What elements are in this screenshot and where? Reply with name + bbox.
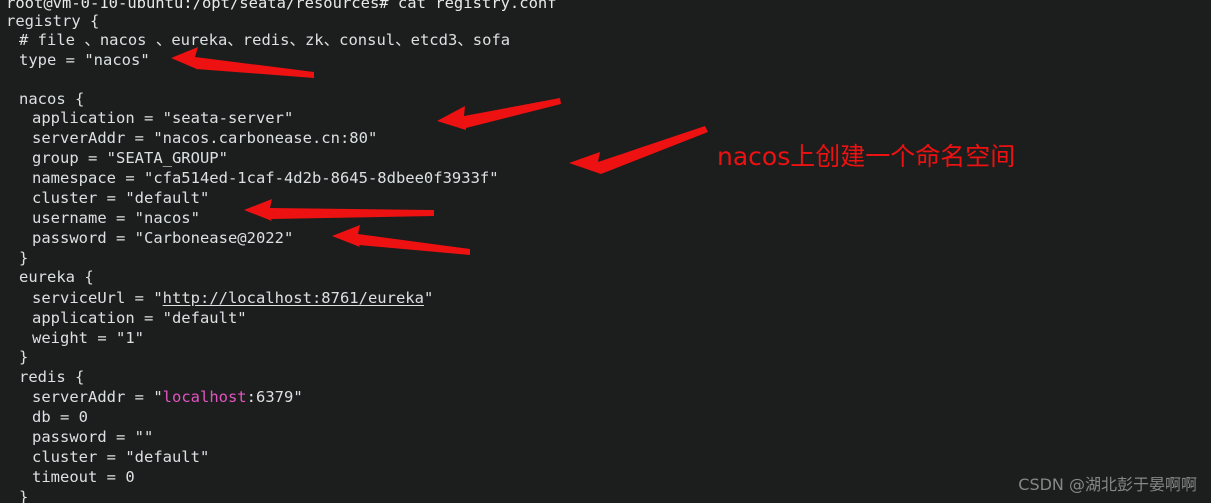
config-line-nacos-group: group = "SEATA_GROUP"	[32, 149, 228, 167]
config-line-redis-close: }	[19, 488, 29, 503]
config-line-comment-types: # file 、nacos 、eureka、redis、zk、consul、et…	[19, 31, 511, 49]
config-line-eureka-serviceurl: serviceUrl = "http://localhost:8761/eure…	[6, 288, 433, 308]
config-line-redis-db: db = 0	[32, 408, 88, 426]
config-line-nacos-open: nacos {	[19, 90, 85, 108]
config-line-eureka-close: }	[19, 348, 29, 366]
redis-serveraddr-host: localhost	[162, 388, 247, 406]
config-line-nacos-namespace: namespace = "cfa514ed-1caf-4d2b-8645-8db…	[32, 169, 499, 187]
config-line-redis-cluster: cluster = "default"	[32, 448, 210, 466]
redis-serveraddr-prefix: serverAddr = "	[32, 388, 163, 406]
config-line-redis-serveraddr: serverAddr = "localhost:6379"	[6, 387, 303, 407]
config-line-nacos-password: password = "Carbonease@2022"	[32, 229, 294, 247]
eureka-serviceurl-link[interactable]: http://localhost:8761/eureka	[163, 289, 424, 307]
csdn-watermark: CSDN @湖北彭于晏啊啊	[1018, 475, 1197, 494]
config-line-redis-password: password = ""	[32, 428, 154, 446]
config-line-redis-timeout: timeout = 0	[32, 468, 135, 486]
config-line-nacos-application: application = "seata-server"	[32, 109, 294, 127]
config-line-type: type = "nacos"	[19, 51, 150, 69]
config-line-eureka-application: application = "default"	[32, 309, 247, 327]
config-line-registry-open: registry {	[6, 12, 100, 30]
config-line-nacos-serveraddr: serverAddr = "nacos.carbonease.cn:80"	[32, 129, 378, 147]
config-line-nacos-cluster: cluster = "default"	[32, 189, 210, 207]
annotation-note-namespace: nacos上创建一个命名空间	[717, 142, 1016, 171]
eureka-serviceurl-prefix: serviceUrl = "	[32, 289, 163, 307]
redis-serveraddr-suffix: :6379"	[246, 388, 303, 406]
eureka-serviceurl-suffix: "	[423, 289, 434, 307]
terminal-text-area[interactable]: root@vm-0-10-ubuntu:/opt/seata/resources…	[0, 0, 1211, 503]
config-line-nacos-close: }	[19, 249, 29, 267]
config-line-eureka-weight: weight = "1"	[32, 329, 144, 347]
config-line-nacos-username: username = "nacos"	[32, 209, 200, 227]
config-line-redis-open: redis {	[19, 368, 85, 386]
terminal-window: root@vm-0-10-ubuntu:/opt/seata/resources…	[0, 0, 1211, 503]
config-line-eureka-open: eureka {	[19, 268, 94, 286]
